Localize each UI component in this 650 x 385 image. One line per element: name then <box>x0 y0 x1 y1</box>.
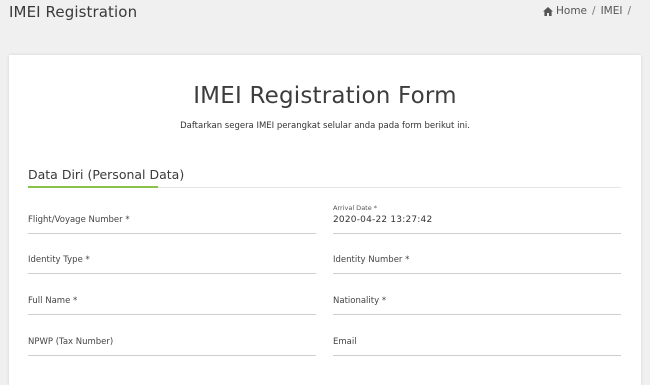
field-underline <box>28 273 316 274</box>
flight-number-placeholder: Flight/Voyage Number * <box>28 215 130 225</box>
field-underline <box>333 273 621 274</box>
nationality-placeholder: Nationality * <box>333 296 387 306</box>
section-title: Data Diri (Personal Data) <box>28 167 185 182</box>
field-underline <box>333 314 621 315</box>
home-icon <box>543 6 553 16</box>
email-placeholder: Email <box>333 337 357 347</box>
field-underline <box>28 314 316 315</box>
breadcrumb-current: IMEI <box>600 5 623 17</box>
field-underline <box>333 355 621 356</box>
field-underline <box>333 233 621 234</box>
nationality-field[interactable]: Nationality * <box>333 285 621 315</box>
field-underline <box>28 355 316 356</box>
arrival-date-value: 2020-04-22 13:27:42 <box>333 215 433 225</box>
breadcrumb-separator: / <box>592 5 596 17</box>
field-underline <box>28 233 316 234</box>
form-title: IMEI Registration Form <box>193 83 457 109</box>
top-bar: IMEI Registration Home / IMEI / <box>0 0 650 28</box>
breadcrumb: Home / IMEI / <box>543 5 636 17</box>
email-field[interactable]: Email <box>333 326 621 356</box>
page-title: IMEI Registration <box>9 3 138 21</box>
arrival-date-field[interactable]: Arrival Date * 2020-04-22 13:27:42 <box>333 204 621 234</box>
flight-number-field[interactable]: Flight/Voyage Number * <box>28 204 316 234</box>
identity-type-placeholder: Identity Type * <box>28 255 90 265</box>
section-accent-underline <box>28 186 158 188</box>
identity-number-placeholder: Identity Number * <box>333 255 410 265</box>
identity-type-field[interactable]: Identity Type * <box>28 244 316 274</box>
breadcrumb-home-link[interactable]: Home <box>556 5 587 17</box>
npwp-placeholder: NPWP (Tax Number) <box>28 337 114 347</box>
arrival-date-label: Arrival Date * <box>333 204 378 212</box>
registration-card: IMEI Registration Form Daftarkan segera … <box>9 55 641 385</box>
npwp-field[interactable]: NPWP (Tax Number) <box>28 326 316 356</box>
full-name-placeholder: Full Name * <box>28 296 78 306</box>
identity-number-field[interactable]: Identity Number * <box>333 244 621 274</box>
breadcrumb-separator: / <box>627 5 631 17</box>
full-name-field[interactable]: Full Name * <box>28 285 316 315</box>
form-subtitle: Daftarkan segera IMEI perangkat selular … <box>180 121 470 131</box>
